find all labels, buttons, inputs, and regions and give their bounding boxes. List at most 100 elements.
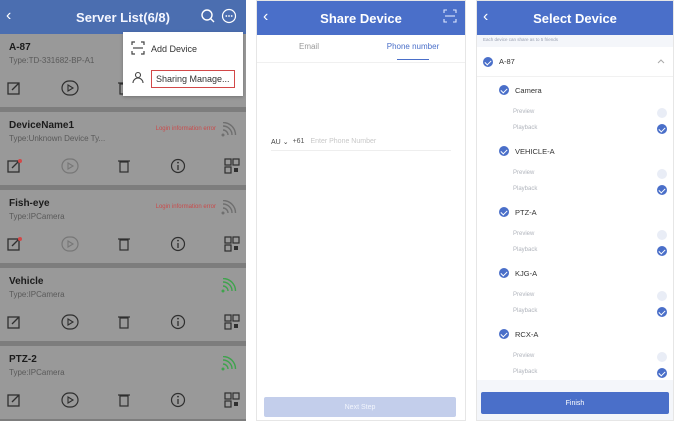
device-actions: [6, 313, 240, 335]
playback-checkbox[interactable]: [657, 124, 667, 134]
delete-icon[interactable]: [117, 314, 131, 335]
device-name: Vehicle: [9, 276, 44, 287]
back-icon[interactable]: ‹: [263, 8, 268, 26]
device-checkbox[interactable]: [499, 329, 509, 339]
back-icon[interactable]: ‹: [6, 7, 11, 25]
info-icon[interactable]: [170, 236, 186, 257]
header-actions: [200, 8, 238, 29]
preview-checkbox[interactable]: [657, 291, 667, 301]
search-icon[interactable]: [201, 9, 215, 23]
device-group[interactable]: A-87: [477, 47, 673, 77]
next-step-button[interactable]: Next Step: [264, 397, 456, 417]
chevron-up-icon[interactable]: [657, 57, 665, 66]
share-method-tabs: Email Phone number: [257, 35, 465, 63]
more-icon[interactable]: [221, 8, 237, 24]
device-item: KJG-A Preview Playback: [477, 260, 673, 321]
playback-checkbox[interactable]: [657, 307, 667, 317]
device-row[interactable]: RCX-A: [499, 329, 538, 339]
country-code-select[interactable]: AU ⌄: [271, 138, 289, 146]
edit-icon[interactable]: [6, 314, 22, 335]
footer: Finish: [477, 380, 673, 420]
preview-checkbox[interactable]: [657, 352, 667, 362]
share-device-header: ‹ Share Device: [257, 1, 465, 35]
qr-code-icon[interactable]: [224, 391, 240, 413]
device-card[interactable]: DeviceName1 Type:Unknown Device Ty... Lo…: [0, 112, 246, 190]
option-playback: Playback: [513, 186, 538, 192]
qr-code-icon[interactable]: [224, 235, 240, 257]
dial-prefix: +61: [292, 138, 305, 145]
option-playback: Playback: [513, 247, 538, 253]
delete-icon[interactable]: [117, 392, 131, 413]
info-icon[interactable]: [170, 392, 186, 413]
delete-icon[interactable]: [117, 158, 131, 179]
playback-checkbox[interactable]: [657, 368, 667, 378]
device-name: DeviceName1: [9, 120, 75, 131]
device-row[interactable]: VEHICLE-A: [499, 146, 555, 156]
device-card[interactable]: PTZ-2 Type:IPCamera: [0, 346, 246, 421]
server-list-header: ‹ Server List(6/8): [0, 0, 246, 34]
back-icon[interactable]: ‹: [483, 8, 488, 26]
playback-icon[interactable]: [60, 157, 79, 179]
signal-online-icon: [220, 355, 238, 377]
tab-email[interactable]: Email: [257, 35, 361, 62]
option-preview: Preview: [513, 292, 535, 298]
device-name: PTZ-2: [9, 354, 37, 365]
playback-icon[interactable]: [60, 235, 79, 257]
phone-input-row: AU ⌄ +61 Enter Phone Number: [271, 133, 451, 151]
device-name: PTZ-A: [515, 207, 537, 217]
playback-icon[interactable]: [60, 313, 79, 335]
delete-icon[interactable]: [117, 236, 131, 257]
device-checkbox[interactable]: [499, 268, 509, 278]
playback-icon[interactable]: [60, 391, 79, 413]
device-type: Type:TD-331682-BP-A1: [9, 56, 95, 65]
signal-offline-icon: [220, 199, 238, 221]
option-playback: Playback: [513, 308, 538, 314]
edit-alert-icon[interactable]: [6, 158, 22, 179]
info-icon[interactable]: [170, 314, 186, 335]
page-title: Share Device: [320, 10, 402, 26]
device-card[interactable]: Fish-eye Type:IPCamera Login information…: [0, 190, 246, 268]
device-checkbox[interactable]: [499, 146, 509, 156]
playback-checkbox[interactable]: [657, 185, 667, 195]
login-error-text: Login information error: [155, 204, 216, 210]
option-playback: Playback: [513, 125, 538, 131]
edit-alert-icon[interactable]: [6, 236, 22, 257]
preview-checkbox[interactable]: [657, 169, 667, 179]
share-limit-note: Each device can share as to 5 friends: [477, 35, 673, 47]
device-checkbox[interactable]: [499, 85, 509, 95]
playback-checkbox[interactable]: [657, 246, 667, 256]
device-item: RCX-A Preview Playback: [477, 321, 673, 380]
device-actions: [6, 157, 240, 179]
menu-item-sharing-manage[interactable]: Sharing Manage...: [123, 64, 243, 94]
qr-code-icon[interactable]: [224, 157, 240, 179]
device-name: Camera: [515, 85, 542, 95]
edit-icon[interactable]: [6, 80, 22, 101]
share-device-screen: ‹ Share Device Email Phone number AU ⌄ +…: [256, 0, 466, 421]
option-preview: Preview: [513, 353, 535, 359]
info-icon[interactable]: [170, 158, 186, 179]
device-name: A-87: [9, 42, 31, 53]
device-row[interactable]: PTZ-A: [499, 207, 537, 217]
scan-icon[interactable]: [443, 9, 457, 28]
playback-icon[interactable]: [60, 79, 79, 101]
device-item: VEHICLE-A Preview Playback: [477, 138, 673, 199]
edit-icon[interactable]: [6, 392, 22, 413]
device-checkbox[interactable]: [499, 207, 509, 217]
group-checkbox[interactable]: [483, 56, 493, 67]
device-row[interactable]: Camera: [499, 85, 542, 95]
menu-item-label: Sharing Manage...: [151, 70, 235, 88]
preview-checkbox[interactable]: [657, 230, 667, 240]
device-name: RCX-A: [515, 329, 539, 339]
device-row[interactable]: KJG-A: [499, 268, 537, 278]
device-item: PTZ-A Preview Playback: [477, 199, 673, 260]
preview-checkbox[interactable]: [657, 108, 667, 118]
scan-icon: [131, 41, 145, 57]
menu-item-add-device[interactable]: Add Device: [123, 34, 243, 64]
phone-number-input[interactable]: Enter Phone Number: [310, 138, 376, 145]
tab-phone-number[interactable]: Phone number: [361, 35, 465, 62]
device-type: Type:Unknown Device Ty...: [9, 134, 106, 143]
qr-code-icon[interactable]: [224, 313, 240, 335]
device-card[interactable]: Vehicle Type:IPCamera: [0, 268, 246, 346]
finish-button[interactable]: Finish: [481, 392, 669, 414]
country-code: AU: [271, 138, 281, 146]
